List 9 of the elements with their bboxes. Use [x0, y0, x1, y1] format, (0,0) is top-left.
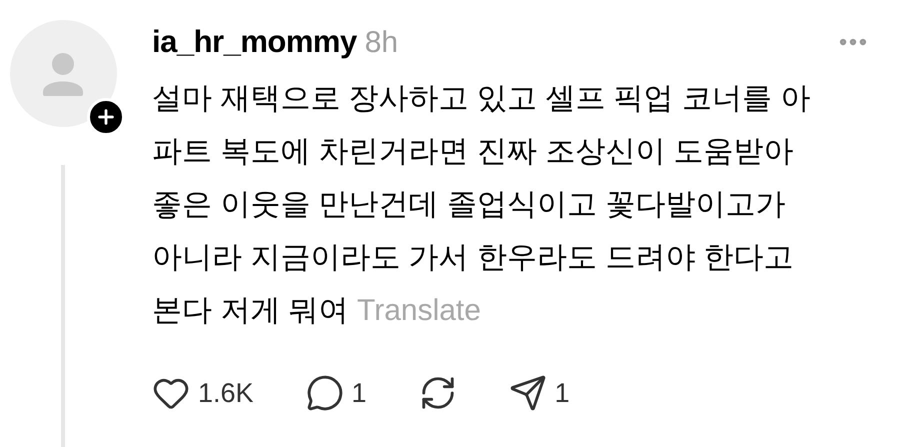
like-button[interactable]: 1.6K [152, 373, 254, 414]
timestamp: 8h [364, 24, 398, 60]
reply-button[interactable]: 1 [306, 373, 367, 414]
username[interactable]: ia_hr_mommy [152, 18, 357, 66]
post-text: 설마 재택으로 장사하고 있고 셀프 픽업 코너를 아 파트 복도에 차린거라면 진짜 조상신이 도움받아 좋은 이웃을 만난건데 졸업식이고 꽃다발이고가 아니라 지금이라도 가서 한우라도 드려야 한다고 본다 저게 뭐여 Translate [152, 81, 812, 329]
speech-bubble-icon [306, 374, 344, 412]
send-icon [508, 374, 547, 412]
person-icon [42, 52, 84, 96]
share-button[interactable]: 1 [508, 373, 570, 414]
